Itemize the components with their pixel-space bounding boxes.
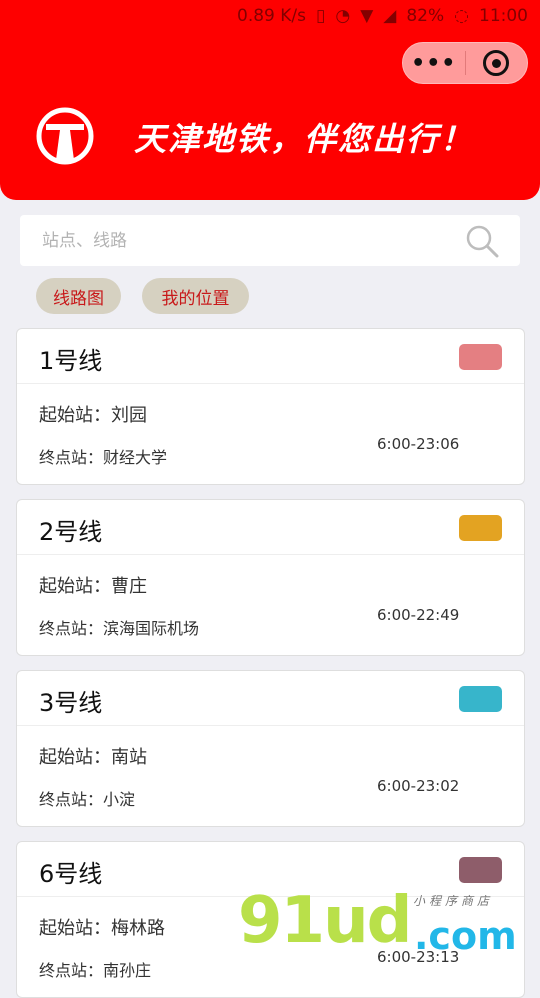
search-input[interactable]	[20, 215, 462, 266]
start-value: 曹庄	[111, 576, 147, 597]
card-header: 6号线	[17, 842, 524, 897]
line-card-2[interactable]: 2号线 起始站：曹庄 终点站：滨海国际机场 6:00-22:49	[16, 499, 525, 656]
operating-hours: 6:00-23:02	[377, 777, 460, 795]
end-label: 终点站：	[39, 961, 104, 980]
line-map-button[interactable]: 线路图	[36, 278, 121, 314]
line-color-swatch	[459, 344, 502, 370]
operating-hours: 6:00-22:49	[377, 606, 460, 624]
end-value: 小淀	[103, 790, 136, 809]
search-bar[interactable]	[20, 215, 520, 266]
my-location-button[interactable]: 我的位置	[142, 278, 249, 314]
more-icon: •••	[411, 50, 457, 76]
status-bar: 0.89 K/s ▯ ◔ ▼ ◢ 82% ◌ 11:00	[0, 0, 540, 32]
start-label: 起始站：	[39, 576, 111, 597]
start-station: 起始站：刘园	[39, 401, 147, 427]
slogan: 天津地铁，伴您出行！	[134, 120, 475, 158]
end-value: 滨海国际机场	[103, 619, 200, 638]
line-name: 3号线	[39, 689, 103, 717]
card-header: 3号线	[17, 671, 524, 726]
operating-hours: 6:00-23:06	[377, 435, 460, 453]
card-header: 2号线	[17, 500, 524, 555]
end-station: 终点站：南孙庄	[39, 957, 151, 981]
start-value: 梅林路	[111, 918, 165, 939]
end-value: 财经大学	[103, 448, 168, 467]
search-icon[interactable]	[462, 221, 502, 261]
tianjin-metro-logo	[36, 107, 94, 165]
alarm-icon: ◔	[335, 6, 351, 26]
network-speed: 0.89 K/s	[237, 6, 306, 26]
start-label: 起始站：	[39, 747, 111, 768]
vibrate-icon: ▯	[316, 6, 326, 26]
battery-icon: ◌	[454, 6, 469, 26]
more-button[interactable]: •••	[403, 43, 465, 83]
line-color-swatch	[459, 686, 502, 712]
end-value: 南孙庄	[103, 961, 152, 980]
end-station: 终点站：滨海国际机场	[39, 615, 199, 639]
line-name: 2号线	[39, 518, 103, 546]
end-station: 终点站：小淀	[39, 786, 135, 810]
end-station: 终点站：财经大学	[39, 444, 167, 468]
end-label: 终点站：	[39, 448, 104, 467]
start-label: 起始站：	[39, 405, 111, 426]
end-label: 终点站：	[39, 790, 104, 809]
line-card-6[interactable]: 6号线 起始站：梅林路 终点站：南孙庄 6:00-23:13	[16, 841, 525, 998]
operating-hours: 6:00-23:13	[377, 948, 460, 966]
line-name: 1号线	[39, 347, 103, 375]
close-button[interactable]	[465, 43, 527, 83]
header: 0.89 K/s ▯ ◔ ▼ ◢ 82% ◌ 11:00 ••• 天津地铁，伴您…	[0, 0, 540, 200]
start-label: 起始站：	[39, 918, 111, 939]
card-header: 1号线	[17, 329, 524, 384]
end-label: 终点站：	[39, 619, 104, 638]
start-station: 起始站：曹庄	[39, 572, 147, 598]
close-target-icon	[483, 50, 510, 76]
mini-program-capsule: •••	[402, 42, 528, 84]
start-station: 起始站：梅林路	[39, 914, 165, 940]
wifi-icon: ▼	[360, 6, 374, 26]
signal-icon: ◢	[383, 6, 397, 26]
battery-level: 82%	[406, 6, 445, 26]
start-value: 南站	[111, 747, 147, 768]
line-card-1[interactable]: 1号线 起始站：刘园 终点站：财经大学 6:00-23:06	[16, 328, 525, 485]
line-color-swatch	[459, 515, 502, 541]
start-value: 刘园	[111, 405, 147, 426]
line-card-3[interactable]: 3号线 起始站：南站 终点站：小淀 6:00-23:02	[16, 670, 525, 827]
clock: 11:00	[479, 6, 528, 26]
line-color-swatch	[459, 857, 502, 883]
line-name: 6号线	[39, 860, 103, 888]
start-station: 起始站：南站	[39, 743, 147, 769]
